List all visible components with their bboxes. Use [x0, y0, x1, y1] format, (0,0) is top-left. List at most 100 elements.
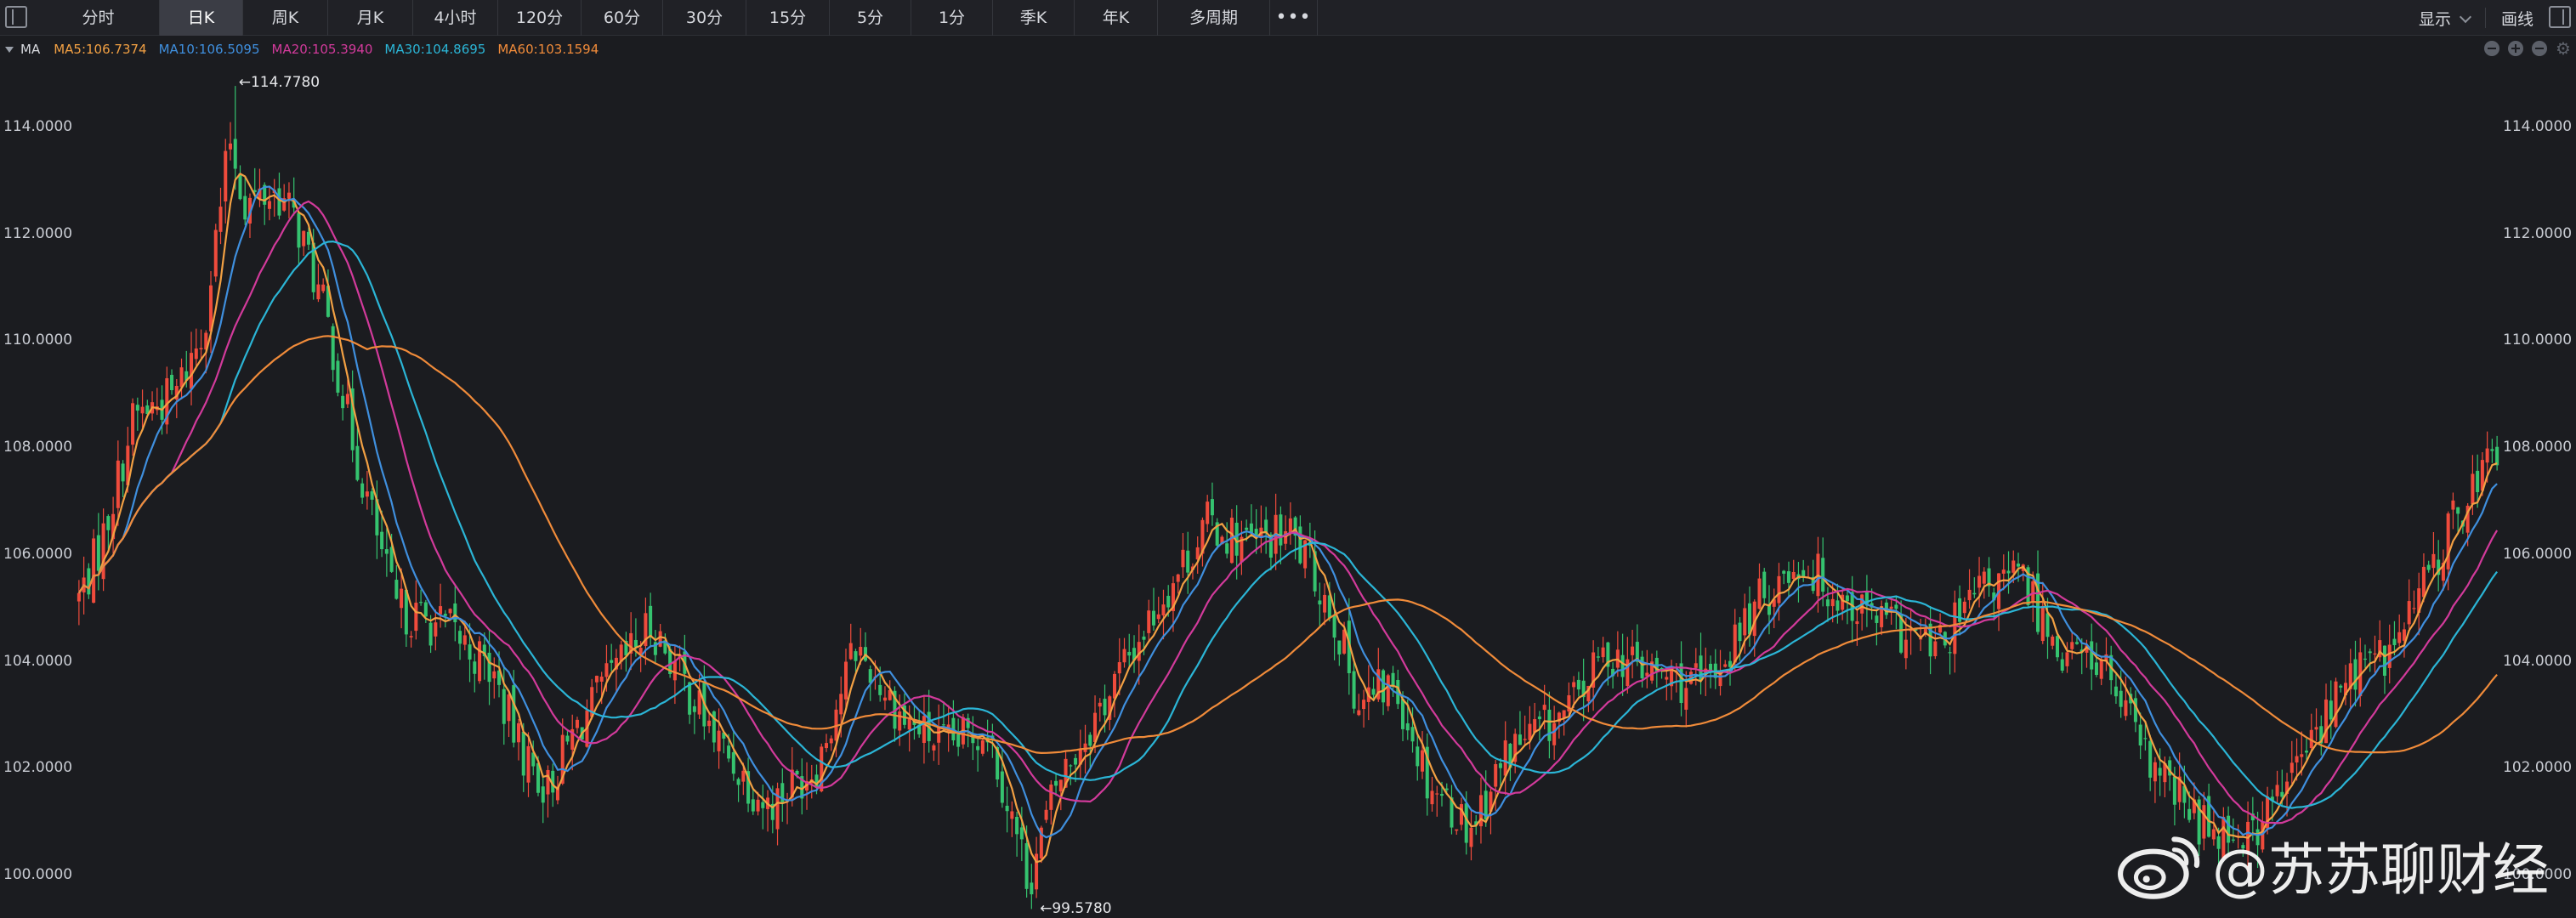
candle-body: [2148, 740, 2153, 778]
legend-collapse-icon[interactable]: [5, 46, 14, 53]
candle-body: [2329, 700, 2333, 720]
candle-body: [380, 531, 384, 550]
candle-body: [468, 644, 472, 660]
tab-period[interactable]: 分时: [37, 0, 160, 36]
candle-body: [170, 375, 174, 391]
candle-body: [980, 740, 984, 754]
tab-period[interactable]: 月K: [328, 0, 413, 36]
minus-circle-icon[interactable]: [2484, 41, 2499, 56]
candle-body: [2426, 564, 2431, 570]
candle-body: [1416, 746, 1420, 767]
candle-body: [96, 535, 100, 571]
candle-body: [1904, 639, 1908, 659]
candle-body: [1679, 663, 1683, 703]
candle-body: [341, 395, 345, 409]
tab-period[interactable]: 日K: [160, 0, 243, 36]
candle-body: [516, 722, 521, 743]
candle-body: [336, 360, 340, 393]
candle-body: [1523, 739, 1527, 740]
tab-period[interactable]: 多周期: [1158, 0, 1270, 36]
candle-body: [1386, 675, 1390, 706]
candle-body: [1518, 734, 1522, 745]
candle-body: [453, 603, 457, 623]
candle-body: [1166, 595, 1171, 608]
candle-body: [331, 326, 335, 371]
ma20-value: MA20:105.3940: [271, 42, 373, 57]
display-button[interactable]: 显示: [2419, 7, 2472, 30]
candle-body: [1933, 641, 1938, 657]
candle-body: [2011, 560, 2016, 573]
candle-body: [233, 139, 237, 169]
more-periods-icon[interactable]: •••: [1270, 0, 1318, 36]
candle-body: [2138, 724, 2142, 746]
candle-body: [345, 394, 349, 405]
candle-body: [829, 738, 833, 744]
candle-body: [443, 614, 447, 616]
candle-body: [1762, 571, 1767, 598]
tab-period[interactable]: 4小时: [413, 0, 498, 36]
tab-period[interactable]: 15分: [746, 0, 830, 36]
candle-body: [1176, 574, 1180, 582]
period-tabs: 分时 日K 周K 月K 4小时 120分 60分 30分 15分 5分 1分 季K 年K 多周期 •••: [37, 0, 1318, 36]
candle-body: [400, 588, 404, 609]
candle-body: [848, 643, 853, 660]
ma10-value: MA10:106.5095: [158, 42, 260, 57]
candle-body: [1631, 646, 1635, 655]
candle-body: [2094, 662, 2098, 675]
candle-body: [487, 652, 491, 683]
candle-body: [135, 405, 139, 411]
tab-period[interactable]: 季K: [993, 0, 1075, 36]
tab-period[interactable]: 年K: [1075, 0, 1158, 36]
collapse-right-panel-icon[interactable]: [2549, 6, 2571, 28]
y-tick-label-left: 114.0000: [3, 118, 73, 135]
candle-body: [707, 720, 712, 727]
candle-body: [2305, 751, 2309, 753]
candlestick-chart[interactable]: [0, 65, 2576, 918]
candle-body: [2158, 768, 2162, 776]
candle-body: [1113, 673, 1117, 699]
ma5-line: [77, 172, 2498, 864]
remove-circle-icon[interactable]: [2532, 41, 2547, 56]
candle-body: [1953, 602, 1957, 654]
candle-body: [478, 641, 482, 682]
candle-body: [2421, 566, 2426, 598]
candle-body: [610, 660, 614, 663]
indicator-name[interactable]: MA: [20, 42, 40, 57]
candle-body: [1757, 578, 1762, 609]
candle-body: [898, 711, 902, 731]
candle-body: [355, 445, 360, 480]
collapse-left-panel-icon[interactable]: [5, 6, 27, 28]
gear-icon[interactable]: ⚙: [2556, 40, 2571, 57]
candle-body: [1894, 604, 1898, 609]
candle-body: [741, 770, 746, 782]
candle-body: [2275, 785, 2279, 796]
candle-body: [2090, 641, 2094, 670]
weibo-icon: [2118, 836, 2200, 899]
candle-body: [1777, 575, 1781, 604]
tab-period[interactable]: 周K: [243, 0, 328, 36]
tab-period[interactable]: 5分: [830, 0, 911, 36]
tab-period[interactable]: 1分: [911, 0, 993, 36]
candle-body: [1562, 710, 1566, 718]
tab-period[interactable]: 120分: [498, 0, 582, 36]
candle-body: [473, 661, 477, 674]
candle-body: [859, 647, 863, 656]
candle-body: [1596, 656, 1600, 658]
draw-line-button[interactable]: 画线: [2501, 7, 2533, 30]
candle-body: [287, 192, 291, 199]
candle-body: [1156, 614, 1160, 620]
tab-period[interactable]: 60分: [582, 0, 663, 36]
candle-body: [1430, 790, 1434, 805]
plus-circle-icon[interactable]: [2508, 41, 2523, 56]
candle-body: [507, 694, 511, 722]
candle-body: [77, 592, 81, 602]
candle-body: [2153, 762, 2157, 782]
candle-body: [1782, 570, 1786, 574]
candle-body: [2172, 776, 2176, 805]
tab-period[interactable]: 30分: [663, 0, 746, 36]
candle-body: [839, 694, 843, 715]
candle-body: [1972, 592, 1977, 595]
candle-body: [2353, 659, 2358, 690]
candle-body: [409, 636, 413, 638]
chevron-down-icon: [2459, 10, 2472, 23]
